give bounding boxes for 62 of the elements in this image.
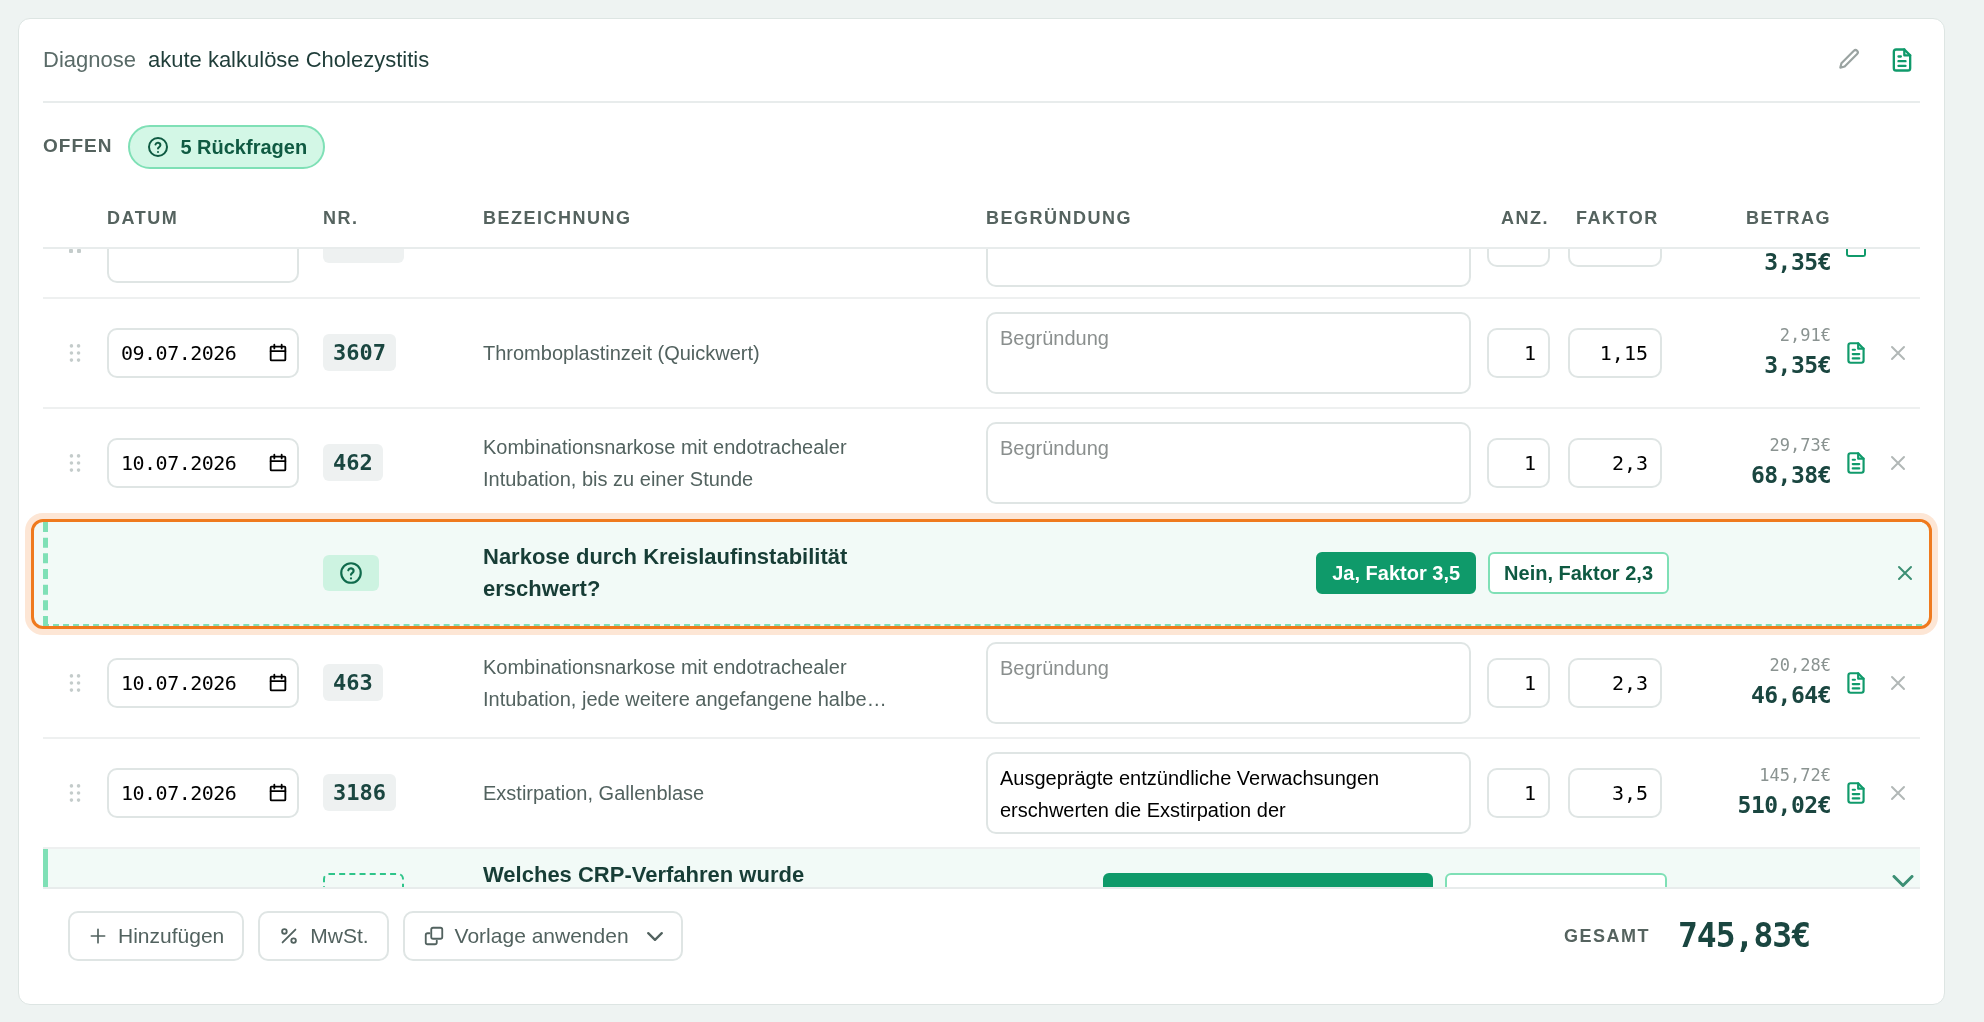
date-field[interactable]: 10.07.2026 (107, 657, 299, 708)
question-icon (146, 134, 171, 159)
factor-field[interactable] (1568, 248, 1662, 267)
column-header: FAKTOR (1576, 208, 1659, 229)
amount: 46,64€ (1750, 681, 1831, 711)
calendar-icon[interactable] (267, 341, 289, 364)
column-header: BEGRÜNDUNG (986, 208, 1132, 229)
column-header: BETRAG (1746, 208, 1831, 229)
code-tag: 3607 (323, 334, 396, 372)
quantity-field[interactable]: 1 (1487, 327, 1550, 378)
amount: 3,35€ (1764, 248, 1831, 275)
base-amount: 29,73€ (1769, 433, 1831, 457)
quantity-field[interactable]: 1 (1487, 437, 1550, 488)
base-amount: 20,28€ (1769, 653, 1831, 677)
question-icon (338, 559, 364, 586)
copy-icon (422, 925, 445, 948)
footer-button[interactable]: Vorlage anwenden (402, 911, 683, 962)
factor-field[interactable]: 2,3 (1568, 657, 1662, 708)
calendar-icon[interactable] (267, 671, 289, 694)
total-label: GESAMT (1563, 924, 1650, 948)
factor-field[interactable]: 3,5 (1568, 767, 1662, 818)
reason-field[interactable]: Ausgeprägte entzündliche Verwachsungen erschwerten die Exstirpation der (986, 751, 1471, 834)
answer-button[interactable]: Nein, Faktor 2,3 (1488, 551, 1669, 594)
column-header: DATUM (107, 208, 179, 229)
amount: 510,02€ (1737, 791, 1831, 821)
column-header: BEZEICHNUNG (483, 208, 632, 229)
diagnosis-label: Diagnose (43, 46, 136, 75)
total-amount: 745,83€ (1677, 915, 1810, 958)
quantity-field[interactable]: 1 (1487, 657, 1550, 708)
footer-button[interactable]: MwSt. (258, 911, 389, 962)
date-field[interactable]: 10.07.2026 (107, 767, 299, 818)
base-amount: 145,72€ (1759, 763, 1831, 787)
diagnosis-text: akute kalkulöse Cholezystitis (147, 46, 430, 75)
date-field[interactable]: 10.07.2026 (107, 437, 299, 488)
question-text: Welches CRP-Verfahren wurde (483, 860, 806, 888)
code-tag: 3186 (323, 774, 396, 812)
footer-button[interactable]: Hinzufügen (68, 911, 245, 962)
column-header: NR. (323, 208, 359, 229)
code-tag: 462 (323, 444, 383, 482)
amount: 3,35€ (1764, 351, 1831, 381)
queries-badge[interactable]: 5 Rückfragen (128, 124, 326, 169)
chevron-down-icon[interactable] (1892, 874, 1914, 887)
service-description: Kombinationsnarkose mit endotrachealer Intubation, bis zu einer Stunde (483, 434, 848, 492)
service-description: Exstirpation, Gallenblase (483, 780, 706, 806)
calendar-icon[interactable] (267, 451, 289, 474)
factor-field[interactable]: 1,15 (1568, 327, 1662, 378)
question-text: Narkose durch Kreislaufinstabilität erschwert? (483, 542, 849, 603)
date-field[interactable] (107, 248, 299, 283)
date-field[interactable]: 09.07.2026 (107, 327, 299, 378)
status-label: OFFEN (43, 134, 113, 159)
quantity-field[interactable] (1487, 248, 1550, 267)
calendar-icon[interactable] (267, 781, 289, 804)
document-icon[interactable] (1846, 248, 1866, 257)
amount: 68,38€ (1750, 461, 1831, 491)
base-amount: 2,91€ (1779, 323, 1831, 347)
service-description: Kombinationsnarkose mit endotrachealer Intubation, jede weitere angefangene halbe… (483, 654, 888, 712)
factor-field[interactable]: 2,3 (1568, 437, 1662, 488)
column-header: ANZ. (1501, 208, 1549, 229)
service-description: Thromboplastinzeit (Quickwert) (483, 340, 761, 366)
answer-button[interactable]: Ja, Faktor 3,5 (1316, 551, 1477, 594)
code-tag: 463 (323, 664, 383, 702)
quantity-field[interactable]: 1 (1487, 767, 1550, 818)
